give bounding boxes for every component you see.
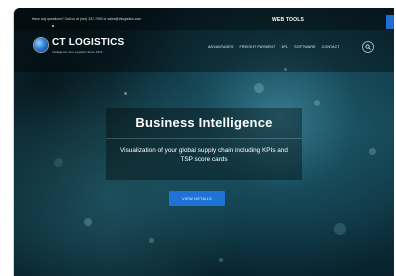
nav-item-software[interactable]: SOFTWARE [294,45,315,49]
brand-name[interactable]: CT LOGISTICS [52,37,124,48]
nav-item-contact[interactable]: CONTACT [322,45,340,49]
hero-title: Business Intelligence [135,115,273,130]
dot-icon [52,25,54,27]
bokeh-light [84,218,92,226]
bokeh-light [254,83,264,93]
bokeh-light [124,92,127,95]
globe-logo-icon[interactable] [34,38,48,52]
search-icon [365,44,371,50]
hero-subtitle: Visualization of your global supply chai… [120,147,288,163]
nav-menu: ADVANTAGES FREIGHT PAYMENT 3PL SOFTWARE … [208,45,340,49]
bokeh-light [149,238,154,243]
web-tools-link[interactable]: WEB TOOLS [272,17,304,23]
side-tab-button[interactable] [386,15,394,29]
bokeh-light [219,258,223,262]
bokeh-light [369,148,376,155]
top-info-bar: Have any questions? Call us at (xxx) 337… [14,8,394,30]
bokeh-light [54,158,63,167]
hero-divider [106,138,302,139]
bokeh-light [334,223,346,235]
brand-tagline: Intelligence Your Logistics Since 1923 [52,50,103,54]
nav-item-advantages[interactable]: ADVANTAGES [208,45,234,49]
view-details-button[interactable]: VIEW DETAILS [169,191,225,206]
search-button[interactable] [362,41,374,53]
contact-info-text: Have any questions? Call us at (xxx) 337… [32,17,142,21]
nav-item-freight-payment[interactable]: FREIGHT PAYMENT [240,45,276,49]
browser-viewport: Have any questions? Call us at (xxx) 337… [14,8,394,276]
nav-item-3pl[interactable]: 3PL [281,45,288,49]
bokeh-light [314,100,320,106]
hero-caption-box: Business Intelligence Visualization of y… [106,108,302,180]
